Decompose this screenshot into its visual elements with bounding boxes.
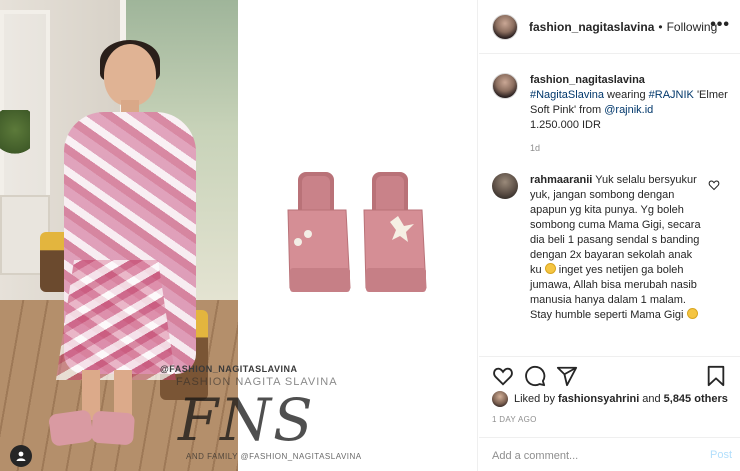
more-options-icon[interactable]: •••: [710, 16, 730, 34]
add-comment-bar: Post: [479, 437, 740, 471]
post-panel: fashion_nagitaslavina • Following ••• fa…: [479, 0, 740, 471]
liked-by-joiner: and: [642, 393, 661, 405]
post-comment-button[interactable]: Post: [710, 449, 732, 461]
hashtag-link[interactable]: #RAJNIK: [649, 89, 694, 101]
caption-author[interactable]: fashion_nagitaslavina: [530, 74, 645, 86]
likes-count-link[interactable]: 5,845 others: [664, 393, 728, 405]
hashtag-link[interactable]: #NagitaSlavina: [530, 89, 604, 101]
smile-emoji-icon: [544, 263, 556, 274]
avatar[interactable]: [492, 173, 518, 199]
caption-text-segment: wearing: [604, 89, 649, 101]
comment-icon[interactable]: [524, 365, 546, 387]
action-bar: [479, 356, 740, 392]
comment-like-icon[interactable]: [708, 179, 720, 191]
post-header: fashion_nagitaslavina • Following •••: [479, 0, 740, 54]
liker-avatar[interactable]: [492, 391, 508, 407]
person-head: [104, 44, 156, 106]
pink-slipper: [47, 409, 95, 447]
post-age: 1 DAY AGO: [492, 415, 537, 424]
comments-scroll[interactable]: fashion_nagitaslavina #NagitaSlavina wear…: [479, 55, 740, 355]
user-tag-icon[interactable]: [10, 445, 32, 467]
comment-item: rahmaaranii Yuk selalu bersyukur yuk, ja…: [479, 173, 740, 323]
liked-by: Liked by fashionsyahrini and 5,845 other…: [492, 390, 732, 408]
caption-time: 1d: [530, 143, 541, 153]
watermark-logo: FNS: [178, 386, 315, 454]
mention-link[interactable]: @rajnik.id: [604, 104, 653, 116]
avatar[interactable]: [492, 13, 518, 40]
slipper-left: [287, 172, 351, 292]
comment-input[interactable]: [492, 447, 687, 465]
caption-price: 1.250.000 IDR: [530, 119, 601, 131]
share-icon[interactable]: [556, 365, 578, 387]
caption: fashion_nagitaslavina #NagitaSlavina wear…: [479, 73, 740, 153]
pink-slipper: [90, 410, 136, 446]
liker-username[interactable]: fashionsyahrini: [558, 393, 639, 405]
comment-author[interactable]: rahmaaranii: [530, 174, 592, 186]
blush-emoji-icon: [686, 308, 698, 319]
product-slippers: [287, 172, 427, 292]
author-username[interactable]: fashion_nagitaslavina: [529, 20, 654, 34]
comment-text-segment: inget yes netijen ga boleh jumawa, Allah…: [530, 264, 697, 321]
watermark-footer: AND FAMILY @FASHION_NAGITASLAVINA: [186, 452, 362, 461]
heart-icon[interactable]: [492, 365, 514, 387]
comment-text: rahmaaranii Yuk selalu bersyukur yuk, ja…: [530, 173, 740, 323]
slipper-right: [363, 172, 427, 292]
bookmark-icon[interactable]: [705, 365, 727, 387]
dress-skirt: [56, 260, 176, 380]
liked-by-prefix: Liked by: [514, 393, 555, 405]
separator-dot: •: [658, 19, 663, 34]
caption-text: fashion_nagitaslavina #NagitaSlavina wear…: [530, 73, 740, 133]
avatar[interactable]: [492, 73, 518, 99]
plant: [0, 110, 30, 160]
comment-text-segment: Yuk selalu bersyukur yuk, jangan sombong…: [530, 174, 701, 276]
post-media[interactable]: @FASHION_NAGITASLAVINA FASHION NAGITA SL…: [0, 0, 478, 471]
watermark-handle: @FASHION_NAGITASLAVINA: [160, 364, 298, 374]
